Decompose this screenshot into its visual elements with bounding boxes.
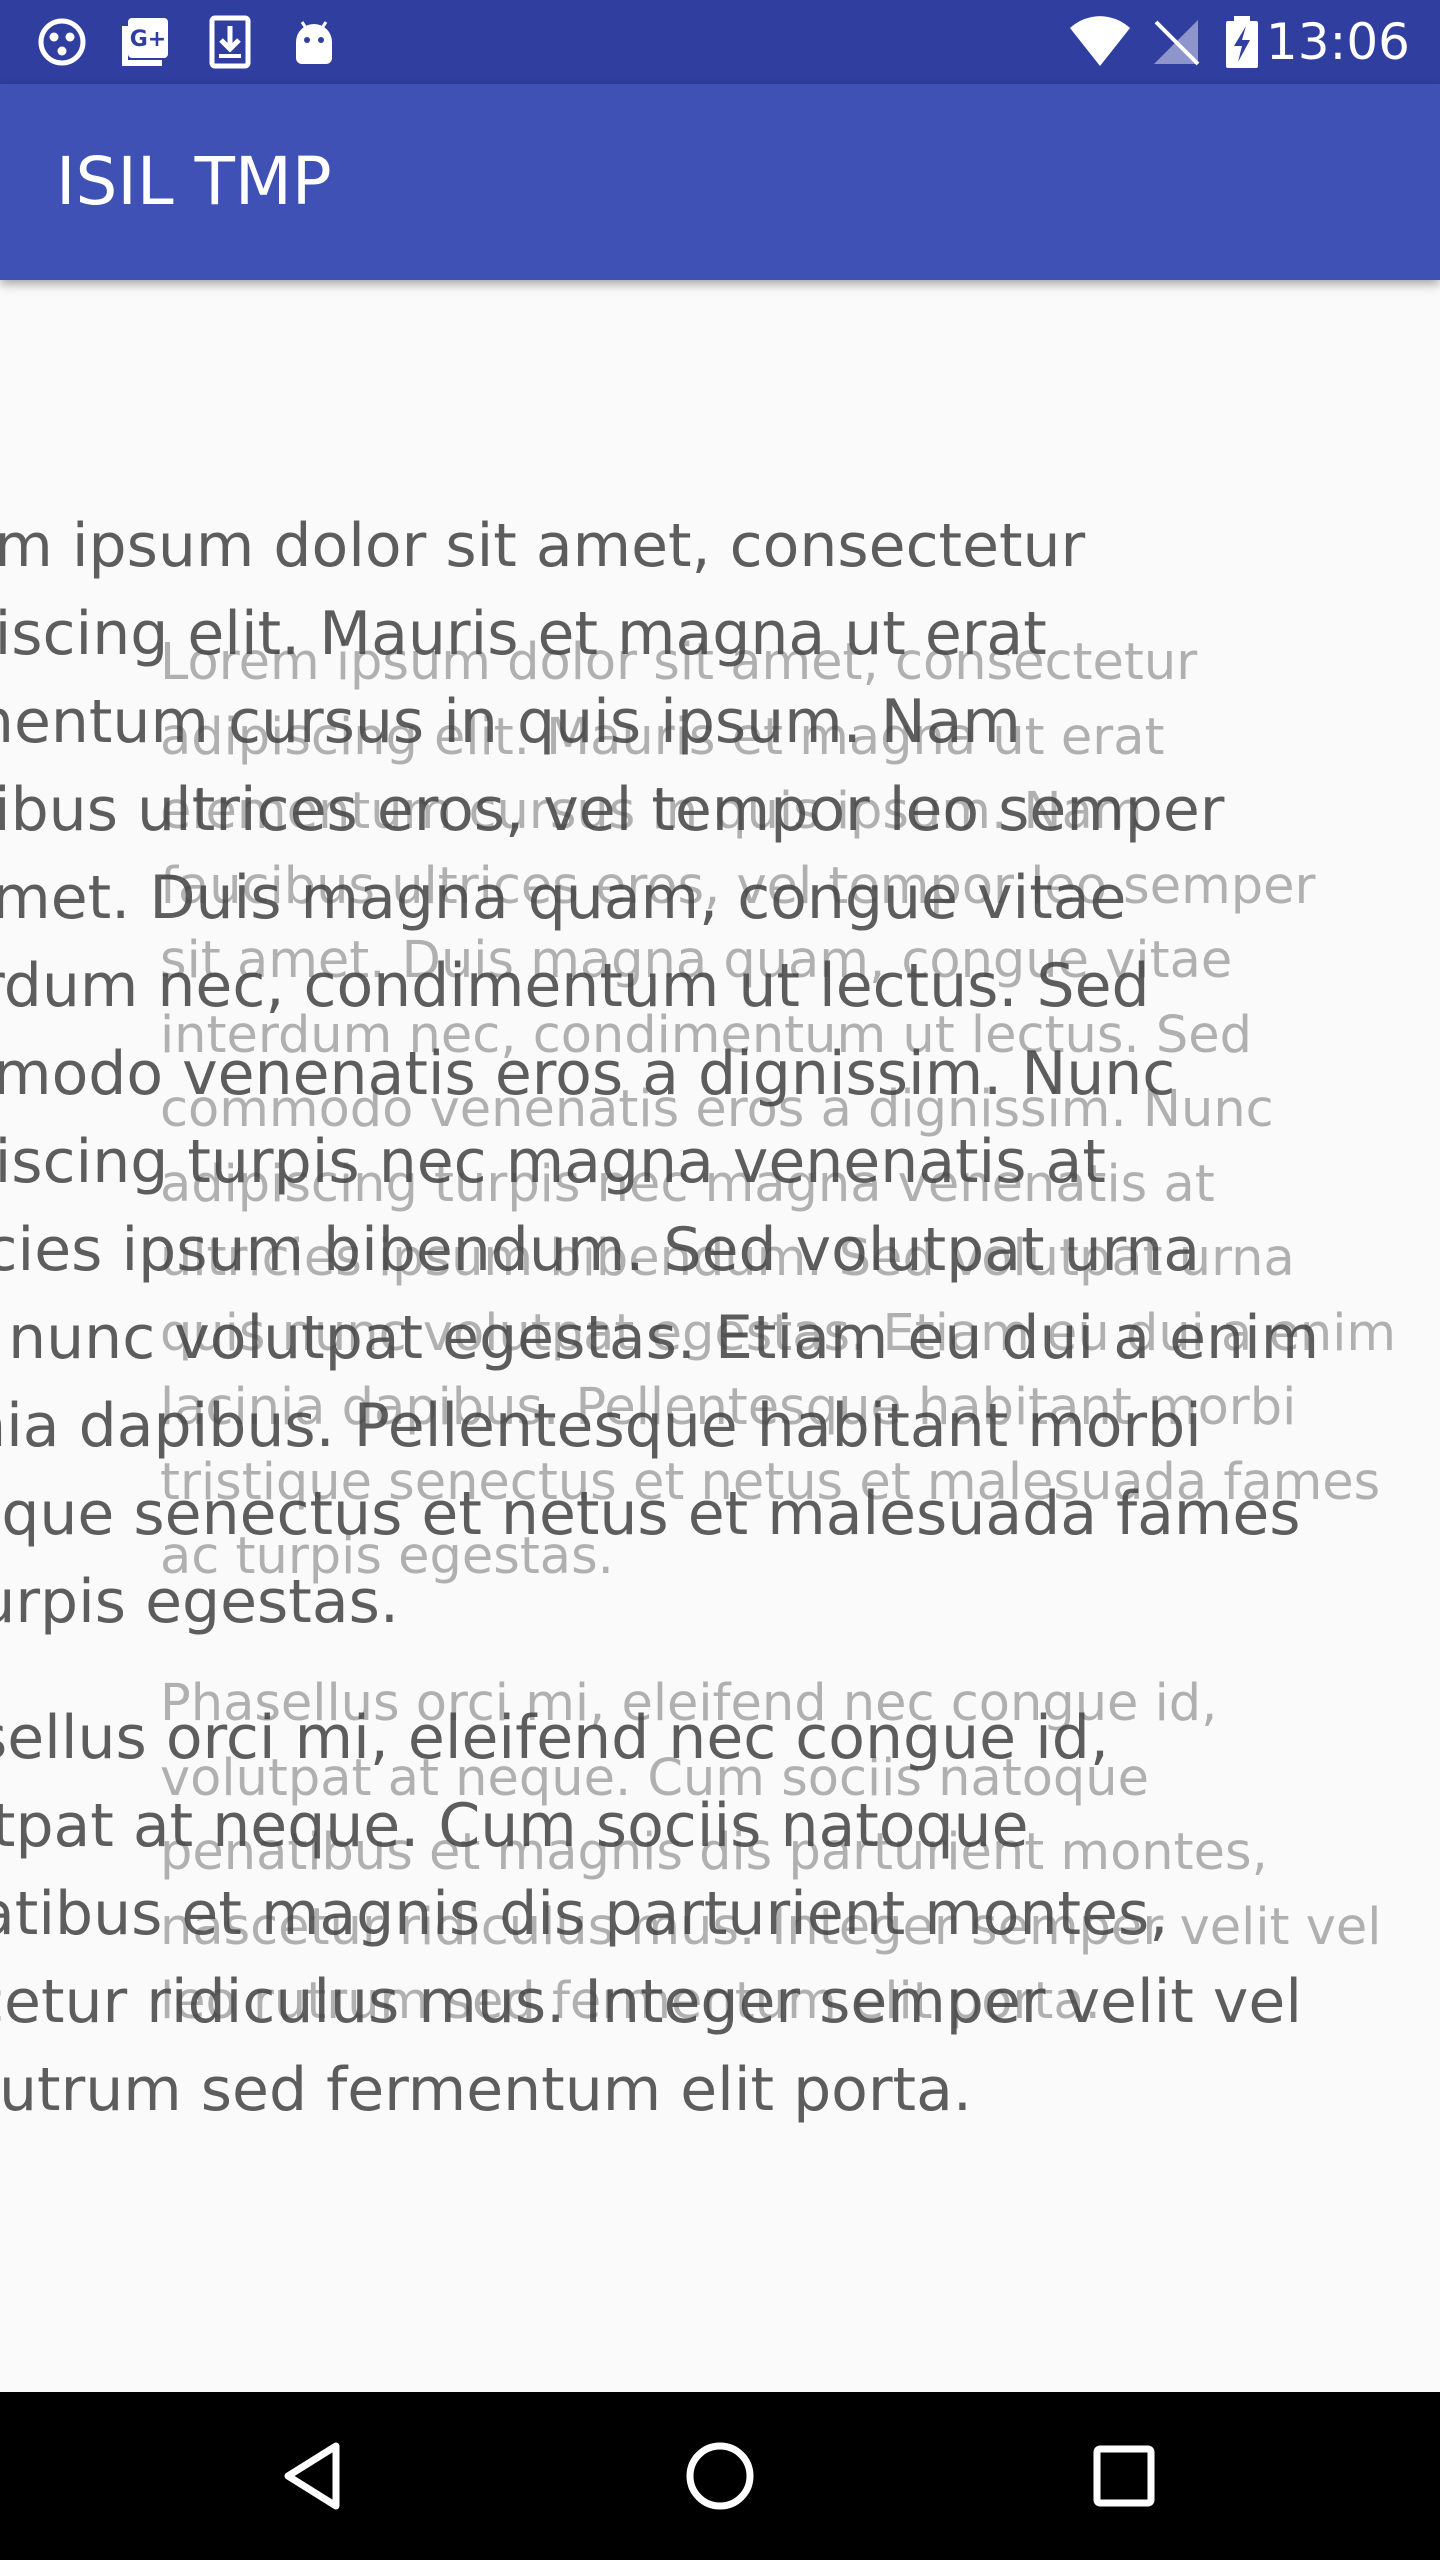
home-icon bbox=[686, 2442, 754, 2510]
app-title: ISIL TMP bbox=[56, 143, 332, 220]
content-area: Lorem ipsum dolor sit amet, consectetur … bbox=[0, 280, 1440, 2392]
paragraph-line: commodo venenatis eros a dignissim. Nunc bbox=[0, 1039, 1176, 1109]
paragraph-line: faucibus ultrices eros, vel tempor leo s… bbox=[0, 775, 1225, 845]
paragraph-line: penatibus et magnis dis parturient monte… bbox=[0, 1879, 1169, 1949]
paragraph-line: interdum nec, condimentum ut lectus. Sed bbox=[0, 951, 1150, 1021]
paragraph-line: Phasellus orci mi, eleifend nec congue i… bbox=[0, 1703, 1109, 1773]
paragraph-line: ac turpis egestas. bbox=[0, 1567, 399, 1637]
paragraph-line: quis nunc volutpat egestas. Etiam eu dui… bbox=[0, 1303, 1320, 1373]
status-bar: G+ 13:06 bbox=[0, 0, 1440, 84]
paragraph-line: volutpat at neque. Cum sociis natoque bbox=[0, 1791, 1029, 1861]
paragraph-zoomed: Phasellus orci mi, eleifend nec congue i… bbox=[0, 1694, 1302, 2134]
home-button[interactable] bbox=[670, 2426, 770, 2526]
no-signal-icon bbox=[1148, 14, 1204, 70]
paragraph-line: adipiscing elit. Mauris et magna ut erat bbox=[0, 599, 1047, 669]
paragraph-line: lacinia dapibus. Pellentesque habitant m… bbox=[0, 1391, 1202, 1461]
paragraph-line: tristique senectus et netus et malesuada… bbox=[0, 1479, 1301, 1549]
paragraph-line: elementum cursus in quis ipsum. Nam bbox=[0, 687, 1021, 757]
paragraph-line: sit amet. Duis magna quam, congue vitae bbox=[0, 863, 1127, 933]
recents-icon bbox=[1093, 2445, 1155, 2507]
paragraph-line: leo rutrum sed fermentum elit porta. bbox=[0, 2055, 972, 2125]
app-bar: ISIL TMP bbox=[0, 84, 1440, 280]
target-icon bbox=[34, 14, 90, 70]
navigation-bar bbox=[0, 2392, 1440, 2560]
recents-button[interactable] bbox=[1074, 2426, 1174, 2526]
paragraph-line: nascetur ridiculus mus. Integer semper v… bbox=[0, 1967, 1302, 2037]
paragraph-zoomed: Lorem ipsum dolor sit amet, consectetur … bbox=[0, 502, 1319, 1646]
android-icon bbox=[286, 14, 342, 70]
download-icon bbox=[202, 14, 258, 70]
back-icon bbox=[284, 2442, 340, 2510]
battery-charging-icon bbox=[1222, 14, 1262, 70]
paragraph-line: ultricies ipsum bibendum. Sed volutpat u… bbox=[0, 1215, 1200, 1285]
paragraph-line: adipiscing turpis nec magna venenatis at bbox=[0, 1127, 1106, 1197]
google-plus-icon: G+ bbox=[118, 14, 174, 70]
status-time: 13:06 bbox=[1265, 13, 1410, 71]
svg-text:G+: G+ bbox=[130, 27, 167, 52]
wifi-icon bbox=[1068, 14, 1132, 70]
back-button[interactable] bbox=[266, 2426, 366, 2526]
paragraph-line: Lorem ipsum dolor sit amet, consectetur bbox=[0, 511, 1086, 581]
